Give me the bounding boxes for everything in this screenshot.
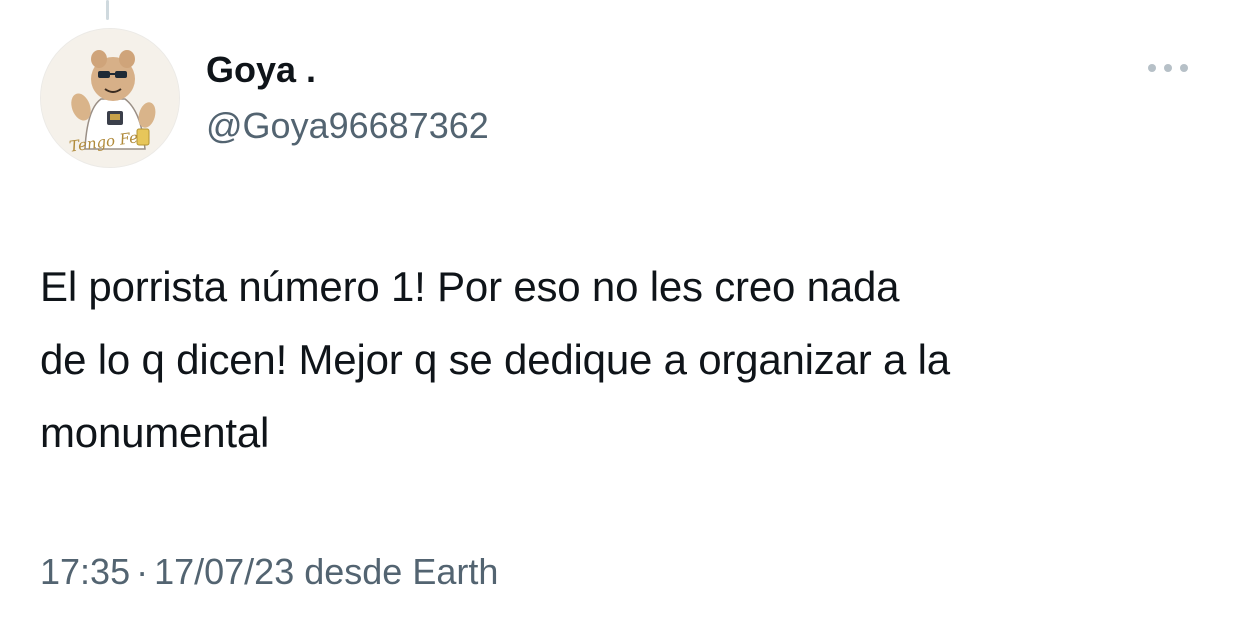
tweet-text-line: monumental (40, 409, 270, 456)
author-handle[interactable]: @Goya96687362 (206, 104, 489, 148)
avatar[interactable]: Tengo Fe (40, 28, 180, 168)
tweet-text-line: El porrista número 1! Por eso no les cre… (40, 263, 900, 310)
meta-separator: · (136, 551, 149, 592)
author-display-name[interactable]: Goya . (206, 48, 316, 92)
tweet-time-link[interactable]: 17:35 (40, 551, 130, 592)
tweet-text-line: de lo q dicen! Mejor q se dedique a orga… (40, 336, 950, 383)
more-horizontal-icon (1148, 64, 1188, 72)
tweet-text: El porrista número 1! Por eso no les cre… (40, 250, 1210, 469)
tweet-metadata: 17:35 · 17/07/23 desde Earth (40, 550, 498, 594)
thread-connector-line (106, 0, 109, 20)
more-options-button[interactable] (1140, 52, 1196, 84)
tweet-date-source[interactable]: 17/07/23 desde Earth (154, 551, 498, 592)
